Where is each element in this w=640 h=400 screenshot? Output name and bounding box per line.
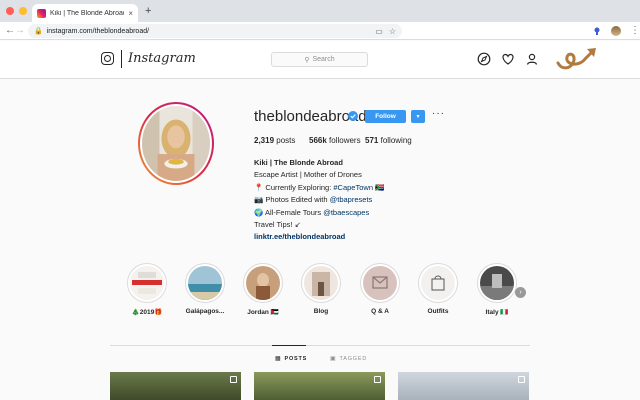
curly-arrow-icon [556, 48, 596, 70]
verified-badge-icon [348, 111, 358, 121]
browser-toolbar: ← → 🔒 instagram.com/theblondeabroad/ ▭ ☆… [0, 22, 640, 40]
bio-full-name: Kiki | The Blonde Abroad [254, 158, 343, 167]
bio-line: Travel Tips! ↙ [254, 220, 301, 230]
mention-link[interactable]: @tbaescapes [323, 208, 369, 217]
instagram-header: Instagram ⚲ Search [0, 41, 640, 79]
highlight-label: Outfits [427, 308, 449, 315]
active-tab-indicator [272, 345, 306, 346]
highlight-label: 🎄2019🎁 [131, 309, 163, 316]
instagram-camera-icon[interactable] [101, 52, 114, 65]
url-text[interactable]: instagram.com/theblondeabroad/ [47, 28, 370, 35]
carousel-icon [518, 376, 525, 383]
carousel-icon [230, 376, 237, 383]
highlight-item[interactable]: Q & A [350, 263, 410, 315]
profile-photo [142, 106, 210, 181]
highlight-item[interactable]: Outfits [408, 263, 468, 315]
followers-stat[interactable]: 566k followers [309, 136, 365, 145]
following-stat[interactable]: 571 following [365, 136, 412, 145]
tab-posts[interactable]: ▦ POSTS [275, 355, 307, 363]
mention-link[interactable]: @tbapresets [330, 195, 373, 204]
highlights-next-arrow-icon[interactable]: › [515, 287, 526, 298]
tab-title: Kiki | The Blonde Abroad (@the [50, 9, 124, 17]
search-icon: ⚲ [304, 56, 310, 64]
instagram-wordmark[interactable]: Instagram [128, 51, 196, 66]
bio-line: 🌍 All-Female Tours @tbaescapes [254, 207, 370, 217]
compass-icon[interactable] [477, 52, 491, 66]
hashtag-link[interactable]: #CapeTown [333, 183, 373, 192]
address-bar[interactable]: 🔒 instagram.com/theblondeabroad/ ▭ ☆ [28, 24, 402, 38]
highlight-item[interactable]: Galápagos... [175, 263, 235, 315]
highlight-cover [304, 266, 338, 300]
profile-avatar-icon[interactable] [611, 26, 621, 36]
post-thumbnail[interactable] [398, 372, 529, 400]
browser-tab[interactable]: Kiki | The Blonde Abroad (@the × [32, 4, 138, 22]
bookmark-star-icon[interactable]: ☆ [389, 27, 396, 36]
heart-icon[interactable] [501, 52, 515, 66]
highlight-label: Jordan 🇯🇴 [247, 309, 279, 316]
tag-icon: ▣ [330, 356, 337, 362]
highlight-label: Italy 🇮🇹 [485, 309, 509, 316]
logo-divider [121, 50, 122, 68]
browser-tab-bar: Kiki | The Blonde Abroad (@the × + [0, 0, 640, 22]
profile-stats: 2,319 posts 566k followers 571 following [254, 136, 412, 145]
more-options-icon[interactable]: ··· [432, 108, 445, 119]
highlight-label: Galápagos... [185, 308, 225, 315]
search-input[interactable]: ⚲ Search [271, 52, 368, 67]
profile-avatar[interactable] [138, 102, 214, 185]
tab-close-icon[interactable]: × [128, 9, 133, 18]
carousel-icon [374, 376, 381, 383]
browser-menu-icon[interactable]: ⋮ [630, 25, 640, 37]
highlight-cover [480, 266, 514, 300]
highlight-label: Blog [313, 308, 329, 315]
grid-icon: ▦ [275, 356, 282, 362]
minimize-window-button[interactable] [19, 7, 27, 15]
highlight-cover [130, 266, 164, 300]
tabs-divider [110, 345, 530, 346]
highlight-label: Q & A [371, 308, 389, 315]
bio-line: Escape Artist | Mother of Drones [254, 170, 362, 180]
tab-tagged[interactable]: ▣ TAGGED [330, 355, 367, 363]
highlight-item[interactable]: Blog [291, 263, 351, 315]
suggestions-dropdown-button[interactable]: ▾ [411, 110, 425, 123]
highlight-cover [363, 266, 397, 300]
post-thumbnail[interactable] [254, 372, 385, 400]
bio-line: 📍 Currently Exploring: #CapeTown 🇿🇦 [254, 182, 385, 192]
close-window-button[interactable] [6, 7, 14, 15]
cast-icon[interactable]: ▭ [375, 27, 383, 36]
highlight-cover [188, 266, 222, 300]
highlight-cover [246, 266, 280, 300]
bio-line: 📷 Photos Edited with @tbapresets [254, 195, 373, 205]
highlight-item[interactable]: 🎄2019🎁 [117, 263, 177, 316]
bio-website-link[interactable]: linktr.ee/theblondeabroad [254, 231, 384, 243]
profile-bio: Kiki | The Blonde Abroad Escape Artist |… [254, 157, 384, 244]
user-icon[interactable] [525, 52, 539, 66]
instagram-favicon-icon [37, 8, 46, 18]
back-button[interactable]: ← [5, 25, 15, 37]
forward-button[interactable]: → [15, 25, 25, 37]
highlight-cover [421, 266, 455, 300]
extension-icon[interactable] [592, 26, 602, 36]
post-thumbnail[interactable] [110, 372, 241, 400]
new-tab-button[interactable]: + [145, 5, 151, 17]
follow-button[interactable]: Follow [365, 110, 406, 123]
search-placeholder: Search [312, 56, 335, 63]
highlight-item[interactable]: Jordan 🇯🇴 [233, 263, 293, 316]
posts-stat: 2,319 posts [254, 136, 296, 145]
lock-icon: 🔒 [34, 28, 43, 35]
